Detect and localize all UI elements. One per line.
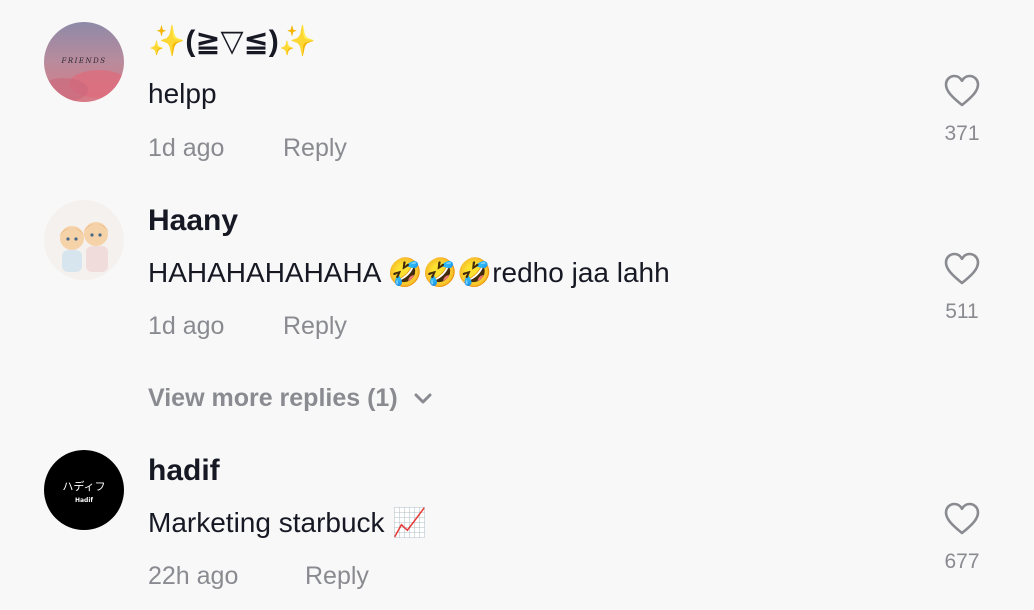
comment-text: helpp: [148, 78, 217, 109]
like-button[interactable]: 371: [934, 74, 990, 146]
reply-button[interactable]: Reply: [305, 562, 369, 591]
avatar[interactable]: FRIENDS: [44, 22, 124, 102]
comment-username[interactable]: hadif: [148, 454, 220, 488]
view-more-replies-button[interactable]: View more replies (1): [148, 384, 432, 413]
view-more-replies-label: View more replies (1): [148, 384, 398, 412]
avatar-image: FRIENDS: [44, 22, 124, 102]
comment-text: Marketing starbuck 📈: [148, 507, 428, 538]
like-count: 371: [944, 122, 980, 145]
comment-timestamp: 1d ago: [148, 134, 225, 162]
avatar[interactable]: [44, 200, 124, 280]
avatar[interactable]: ハディフ Hadif: [44, 450, 124, 530]
avatar-logo-text: ハディフ: [62, 479, 105, 493]
comment-text: HAHAHAHAHAHA 🤣🤣🤣redho jaa lahh: [148, 257, 670, 288]
avatar-image: ハディフ Hadif: [44, 450, 124, 530]
comment-timestamp: 1d ago: [148, 312, 225, 340]
like-button[interactable]: 511: [934, 252, 990, 324]
chevron-down-icon: [414, 393, 432, 403]
heart-icon: [944, 74, 980, 107]
reply-button[interactable]: Reply: [283, 134, 347, 163]
like-count: 511: [945, 300, 979, 323]
like-button[interactable]: 677: [934, 502, 990, 574]
comment-username[interactable]: Haany: [148, 204, 238, 238]
heart-icon: [944, 502, 980, 535]
comment-username[interactable]: ✨(≧▽≦)✨: [148, 24, 316, 59]
like-count: 677: [944, 550, 980, 573]
avatar-logo-subtext: Hadif: [75, 497, 93, 504]
heart-icon: [944, 252, 980, 285]
comment-timestamp: 22h ago: [148, 562, 239, 590]
avatar-logo-text: FRIENDS: [60, 57, 106, 65]
avatar-image: [44, 200, 124, 280]
reply-button[interactable]: Reply: [283, 312, 347, 341]
